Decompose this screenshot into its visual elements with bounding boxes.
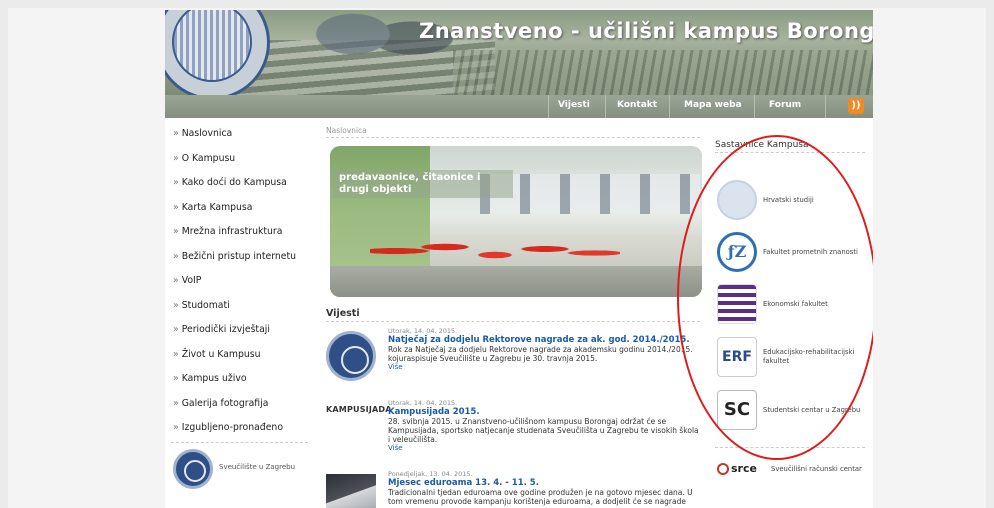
news-thumbnail-photo[interactable] — [326, 474, 376, 508]
nav-kontakt[interactable]: Kontakt — [617, 100, 657, 110]
nav-forum[interactable]: Forum — [769, 100, 801, 110]
news-item: KAMPUSIJADA Utorak, 14. 04. 2015. Kampus… — [326, 399, 702, 461]
site-title: Znanstveno - učilišni kampus Borongaj — [419, 19, 873, 43]
news-title-link[interactable]: Kampusijada 2015. — [388, 407, 700, 417]
news-heading: Vijesti — [326, 308, 360, 319]
menu-item-galerija[interactable]: » Galerija fotografija — [165, 392, 310, 417]
menu-item-periodicki[interactable]: » Periodički izvještaji — [165, 318, 310, 343]
news-title-link[interactable]: Mjesec eduroama 13. 4. - 11. 5. — [388, 478, 700, 488]
university-badge-link[interactable]: Sveučilište u Zagrebu — [171, 442, 308, 490]
menu-item-naslovnica[interactable]: » Naslovnica — [165, 122, 310, 147]
breadcrumb-divider — [326, 137, 700, 138]
banner-trees-image — [453, 50, 873, 95]
news-date: Utorak, 14. 04. 2015. — [388, 399, 458, 407]
sidebar-item-label: Sveučilišni računski centar — [771, 465, 862, 473]
news-item: Ponedjeljak, 13. 04. 2015. Mjesec eduroa… — [326, 470, 702, 508]
hero-caption: predavaonice, čitaonice i drugi objekti — [333, 170, 513, 198]
top-navbar: Vijesti Kontakt Mapa weba Forum — [165, 95, 873, 118]
menu-item-zivot[interactable]: » Život u Kampusu — [165, 343, 310, 368]
browser-page: Znanstveno - učilišni kampus Borongaj Vi… — [165, 10, 873, 508]
news-title-link[interactable]: Natječaj za dodjelu Rektorove nagrade za… — [388, 335, 700, 345]
news-thumbnail-kampusijada[interactable]: KAMPUSIJADA — [326, 405, 391, 419]
news-date: Utorak, 14. 04. 2015. — [388, 327, 458, 335]
menu-item-mrezna[interactable]: » Mrežna infrastruktura — [165, 220, 310, 245]
left-menu: » Naslovnica » O Kampusu » Kako doći do Kam… — [165, 122, 310, 441]
university-seal-icon — [173, 449, 213, 489]
hero-slideshow-image[interactable] — [330, 146, 702, 297]
srce-logo-icon: srce — [717, 454, 769, 484]
red-annotation-ellipse — [677, 135, 873, 460]
news-divider — [326, 321, 700, 322]
news-item: Utorak, 14. 04. 2015. Natječaj za dodjel… — [326, 327, 702, 401]
nav-mapa-weba[interactable]: Mapa weba — [684, 100, 742, 110]
header-banner: Znanstveno - učilišni kampus Borongaj — [165, 10, 873, 95]
news-text: Tradicionalni tjedan eduroama ove godine… — [388, 488, 693, 506]
news-more-link[interactable]: Više — [388, 363, 700, 371]
menu-item-bezicni[interactable]: » Bežični pristup internetu — [165, 245, 310, 270]
breadcrumb[interactable]: Naslovnica — [326, 126, 367, 135]
university-badge-label: Sveučilište u Zagrebu — [219, 463, 296, 471]
news-more-link[interactable]: Više — [388, 444, 700, 452]
nav-vijesti[interactable]: Vijesti — [558, 100, 590, 110]
menu-item-o-kampusu[interactable]: » O Kampusu — [165, 147, 310, 172]
news-text: Rok za Natječaj za dodjelu Rektorove nag… — [388, 345, 693, 363]
rss-icon[interactable]: )) — [848, 98, 864, 114]
menu-item-karta[interactable]: » Karta Kampusa — [165, 196, 310, 221]
menu-item-voip[interactable]: » VoIP — [165, 269, 310, 294]
menu-item-kampus-uzivo[interactable]: » Kampus uživo — [165, 367, 310, 392]
menu-item-izgubljeno[interactable]: » Izgubljeno-pronađeno — [165, 416, 310, 441]
news-date: Ponedjeljak, 13. 04. 2015. — [388, 470, 473, 478]
menu-item-kako-doci[interactable]: » Kako doći do Kampusa — [165, 171, 310, 196]
news-text: 28. svibnja 2015. u Znanstveno-učilišnom… — [388, 417, 699, 444]
menu-item-studomati[interactable]: » Studomati — [165, 294, 310, 319]
news-thumbnail-seal[interactable] — [326, 331, 376, 381]
